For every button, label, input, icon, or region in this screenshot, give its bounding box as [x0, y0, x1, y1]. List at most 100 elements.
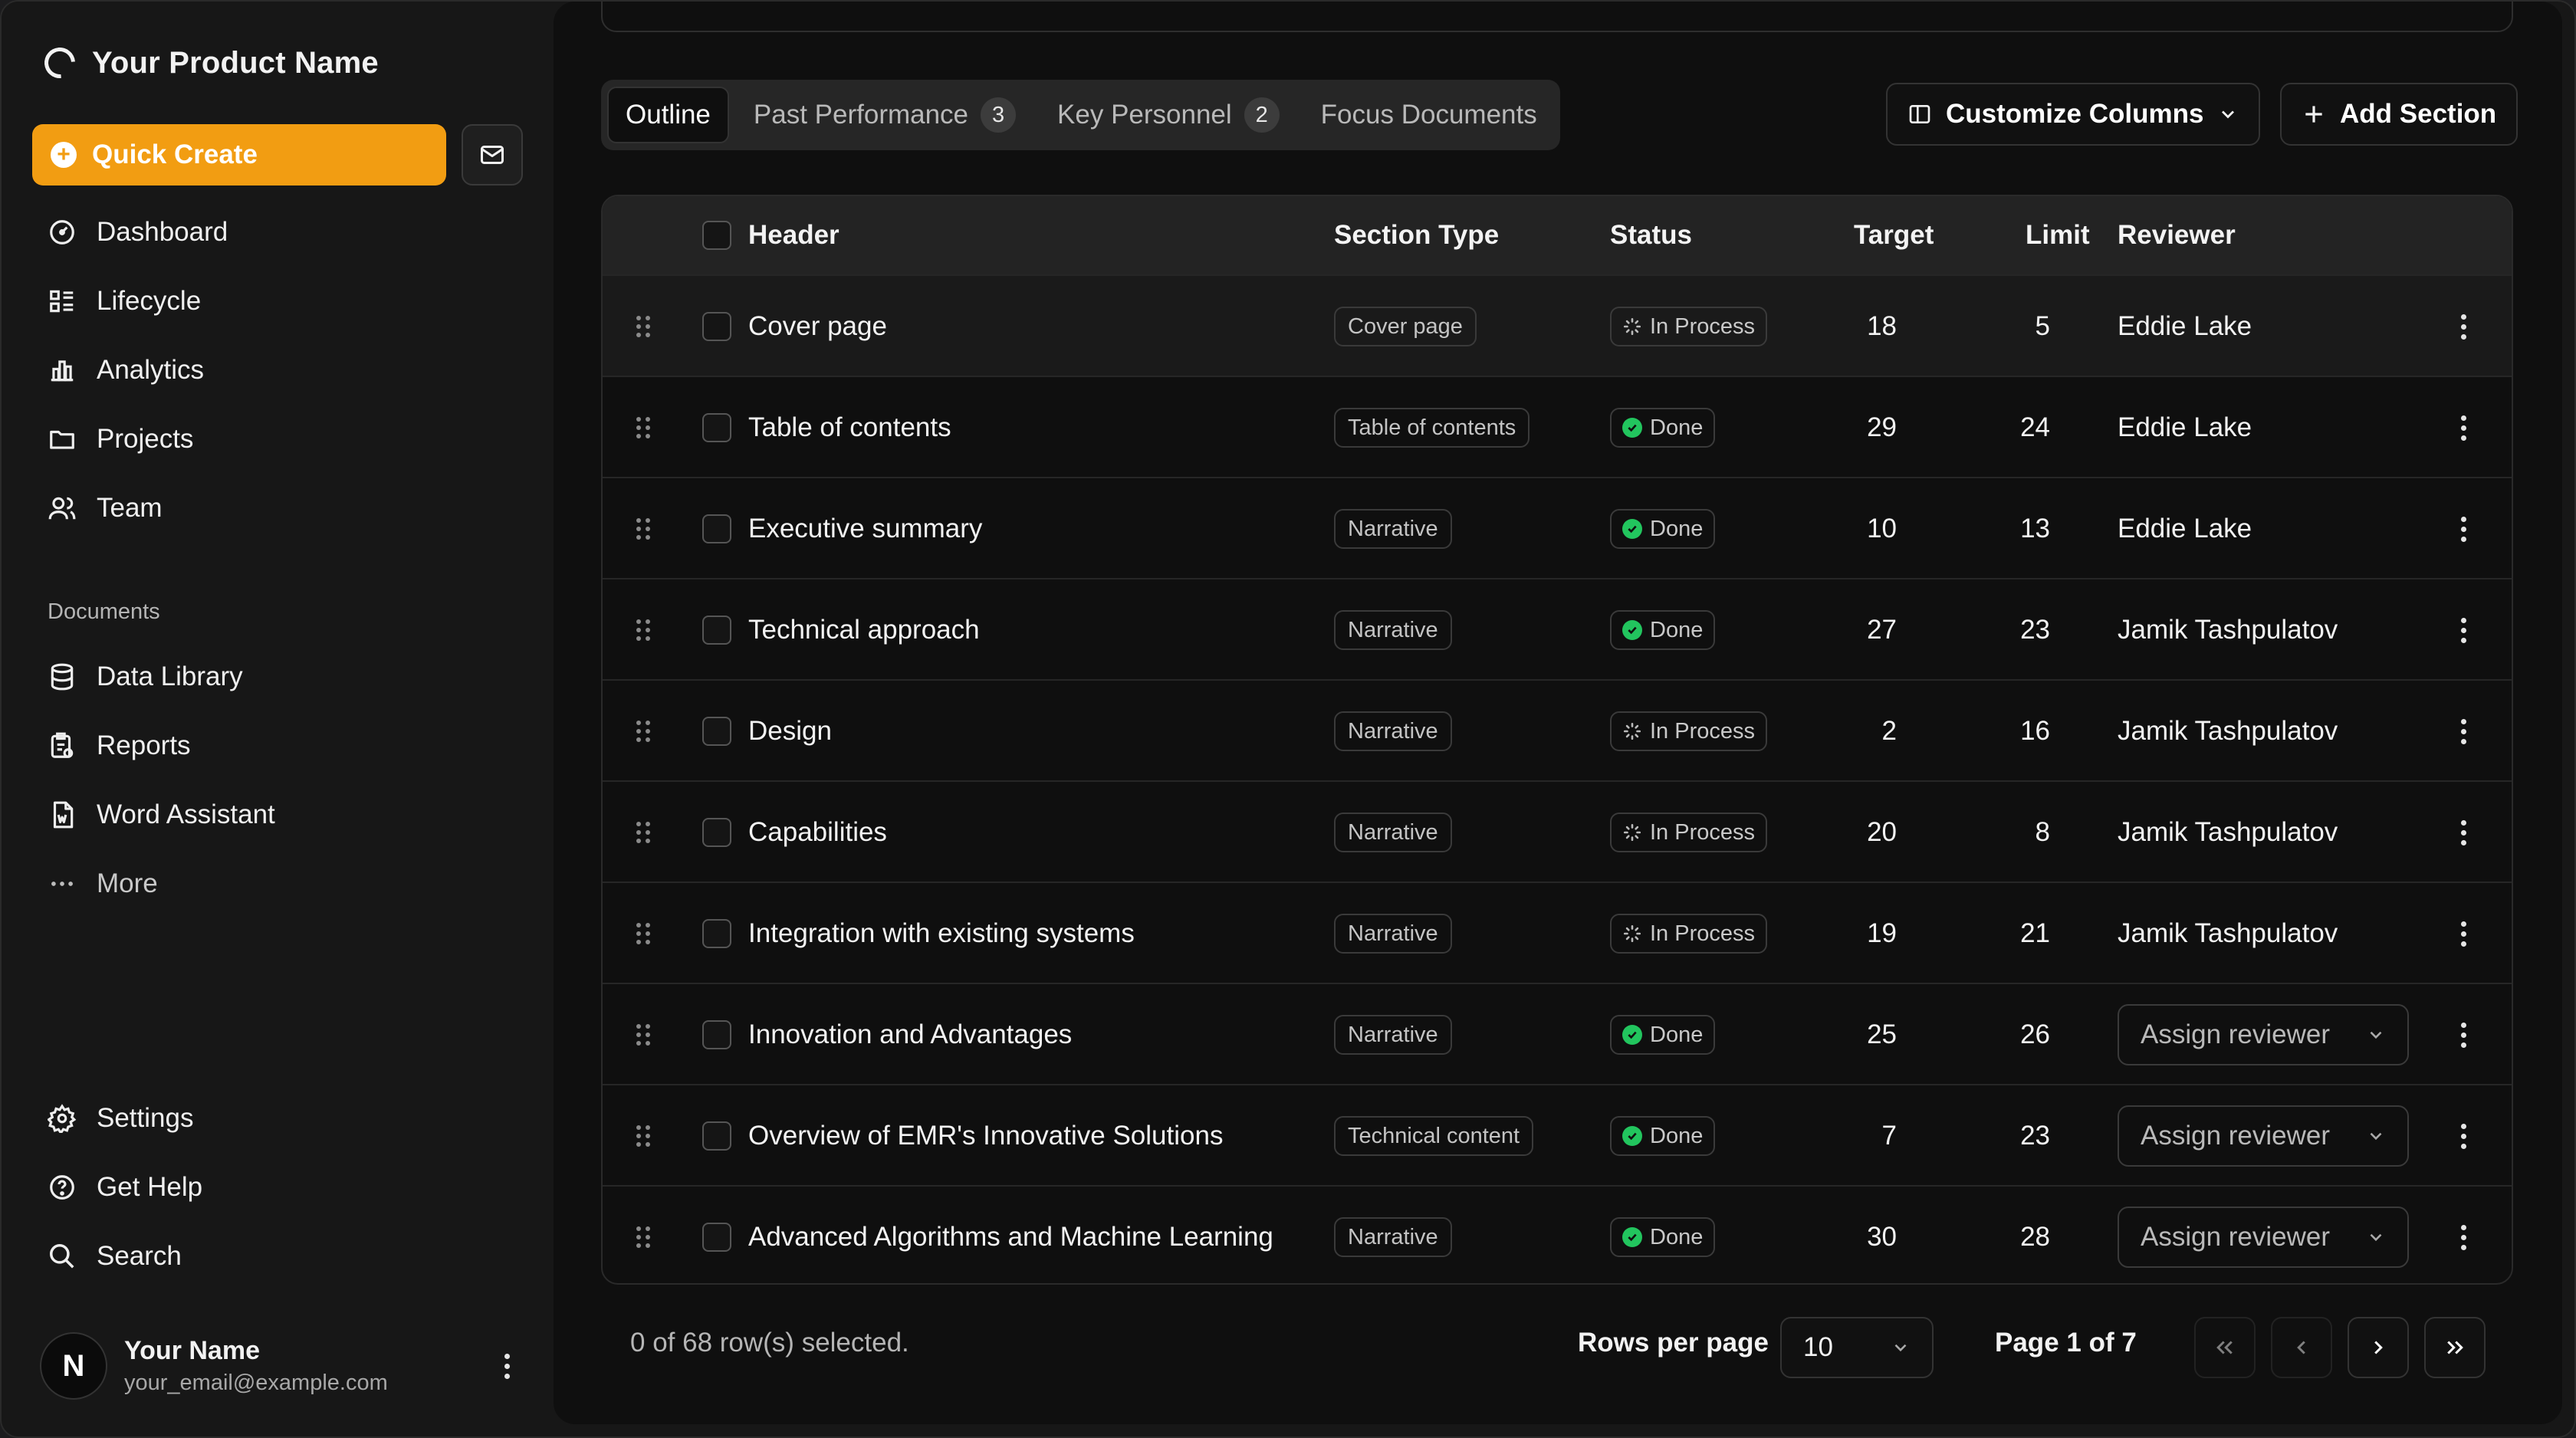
row-checkbox[interactable] — [702, 1223, 731, 1252]
target-value[interactable]: 10 — [1829, 478, 1897, 579]
drag-handle-icon[interactable] — [636, 417, 650, 438]
target-value[interactable]: 18 — [1829, 276, 1897, 377]
nav-item-lifecycle[interactable]: Lifecycle — [32, 267, 523, 336]
nav-item-projects[interactable]: Projects — [32, 405, 523, 474]
row-checkbox[interactable] — [702, 616, 731, 645]
table-row[interactable]: Advanced Algorithms and Machine Learning… — [603, 1185, 2512, 1283]
row-checkbox[interactable] — [702, 312, 731, 341]
target-value[interactable]: 19 — [1829, 883, 1897, 984]
row-actions-icon[interactable] — [2461, 718, 2466, 744]
row-actions-icon[interactable] — [2461, 314, 2466, 340]
tab-outline[interactable]: Outline — [607, 87, 729, 143]
rows-per-page-select[interactable]: 10 — [1780, 1317, 1934, 1378]
table-row[interactable]: Technical approach Narrative Done 27 23 Jamik… — [603, 578, 2512, 679]
target-value[interactable]: 27 — [1829, 579, 1897, 681]
quick-create-button[interactable]: + Quick Create — [32, 124, 446, 185]
limit-value[interactable]: 28 — [1983, 1187, 2050, 1283]
target-value[interactable]: 30 — [1829, 1187, 1897, 1283]
table-row[interactable]: Cover page Cover page In Process 18 5 Eddie L… — [603, 274, 2512, 376]
brand[interactable]: Your Product Name — [38, 41, 379, 85]
last-page-button[interactable] — [2424, 1317, 2486, 1378]
assign-reviewer-select[interactable]: Assign reviewer — [2118, 1105, 2409, 1167]
row-header[interactable]: Integration with existing systems — [748, 883, 1135, 984]
nav-item-search[interactable]: Search — [32, 1222, 523, 1291]
column-header-reviewer[interactable]: Reviewer — [2118, 220, 2236, 251]
row-actions-icon[interactable] — [2461, 921, 2466, 947]
row-checkbox[interactable] — [702, 1121, 731, 1151]
row-header[interactable]: Design — [748, 681, 832, 782]
row-actions-icon[interactable] — [2461, 415, 2466, 441]
row-header[interactable]: Advanced Algorithms and Machine Learning — [748, 1187, 1273, 1283]
row-checkbox[interactable] — [702, 717, 731, 746]
row-checkbox[interactable] — [702, 1020, 731, 1049]
row-header[interactable]: Capabilities — [748, 782, 887, 883]
nav-item-reports[interactable]: Reports — [32, 711, 523, 780]
drag-handle-icon[interactable] — [636, 822, 650, 843]
drag-handle-icon[interactable] — [636, 518, 650, 540]
nav-item-settings[interactable]: Settings — [32, 1084, 523, 1153]
row-checkbox[interactable] — [702, 413, 731, 442]
inbox-button[interactable] — [462, 124, 523, 185]
tab-focus-documents[interactable]: Focus Documents — [1304, 87, 1554, 143]
target-value[interactable]: 20 — [1829, 782, 1897, 883]
row-actions-icon[interactable] — [2461, 516, 2466, 542]
limit-value[interactable]: 5 — [1983, 276, 2050, 377]
table-row[interactable]: Integration with existing systems Narrati… — [603, 882, 2512, 983]
row-actions-icon[interactable] — [2461, 819, 2466, 845]
limit-value[interactable]: 21 — [1983, 883, 2050, 984]
nav-item-analytics[interactable]: Analytics — [32, 336, 523, 405]
limit-value[interactable]: 23 — [1983, 1085, 2050, 1187]
target-value[interactable]: 25 — [1829, 984, 1897, 1085]
add-section-button[interactable]: Add Section — [2280, 83, 2518, 146]
select-all-checkbox[interactable] — [702, 221, 731, 250]
limit-value[interactable]: 24 — [1983, 377, 2050, 478]
tab-past-performance[interactable]: Past Performance 3 — [737, 87, 1033, 143]
row-checkbox[interactable] — [702, 514, 731, 543]
user-profile[interactable]: N Your Name your_email@example.com — [40, 1332, 523, 1400]
customize-columns-button[interactable]: Customize Columns — [1886, 83, 2261, 146]
table-row[interactable]: Capabilities Narrative In Process 20 8 Jamik … — [603, 780, 2512, 882]
table-row[interactable]: Table of contents Table of contents Done 29… — [603, 376, 2512, 477]
drag-handle-icon[interactable] — [636, 1024, 650, 1046]
column-header-limit[interactable]: Limit — [2026, 220, 2090, 251]
drag-handle-icon[interactable] — [636, 721, 650, 742]
drag-handle-icon[interactable] — [636, 1125, 650, 1147]
target-value[interactable]: 7 — [1829, 1085, 1897, 1187]
limit-value[interactable]: 23 — [1983, 579, 2050, 681]
row-header[interactable]: Overview of EMR's Innovative Solutions — [748, 1085, 1223, 1187]
nav-item-word-assistant[interactable]: Word Assistant — [32, 780, 523, 849]
row-header[interactable]: Executive summary — [748, 478, 982, 579]
nav-item-dashboard[interactable]: Dashboard — [32, 198, 523, 267]
limit-value[interactable]: 26 — [1983, 984, 2050, 1085]
drag-handle-icon[interactable] — [636, 619, 650, 641]
row-actions-icon[interactable] — [2461, 617, 2466, 643]
tab-key-personnel[interactable]: Key Personnel 2 — [1040, 87, 1296, 143]
user-menu-icon[interactable] — [495, 1343, 518, 1389]
row-actions-icon[interactable] — [2461, 1022, 2466, 1048]
table-row[interactable]: Design Narrative In Process 2 16 Jamik Tashpu… — [603, 679, 2512, 780]
column-header-header[interactable]: Header — [748, 220, 840, 251]
column-header-section-type[interactable]: Section Type — [1334, 220, 1499, 251]
drag-handle-icon[interactable] — [636, 316, 650, 337]
assign-reviewer-select[interactable]: Assign reviewer — [2118, 1004, 2409, 1065]
row-header[interactable]: Innovation and Advantages — [748, 984, 1072, 1085]
limit-value[interactable]: 8 — [1983, 782, 2050, 883]
nav-item-get-help[interactable]: Get Help — [32, 1153, 523, 1222]
drag-handle-icon[interactable] — [636, 923, 650, 944]
target-value[interactable]: 29 — [1829, 377, 1897, 478]
limit-value[interactable]: 16 — [1983, 681, 2050, 782]
drag-handle-icon[interactable] — [636, 1226, 650, 1248]
table-row[interactable]: Overview of EMR's Innovative Solutions Te… — [603, 1084, 2512, 1185]
row-actions-icon[interactable] — [2461, 1224, 2466, 1250]
row-header[interactable]: Table of contents — [748, 377, 951, 478]
row-header[interactable]: Cover page — [748, 276, 887, 377]
nav-item-data-library[interactable]: Data Library — [32, 642, 523, 711]
row-actions-icon[interactable] — [2461, 1123, 2466, 1149]
table-row[interactable]: Innovation and Advantages Narrative Done 25… — [603, 983, 2512, 1084]
previous-page-button[interactable] — [2271, 1317, 2332, 1378]
row-header[interactable]: Technical approach — [748, 579, 980, 681]
next-page-button[interactable] — [2348, 1317, 2409, 1378]
limit-value[interactable]: 13 — [1983, 478, 2050, 579]
target-value[interactable]: 2 — [1829, 681, 1897, 782]
first-page-button[interactable] — [2194, 1317, 2256, 1378]
